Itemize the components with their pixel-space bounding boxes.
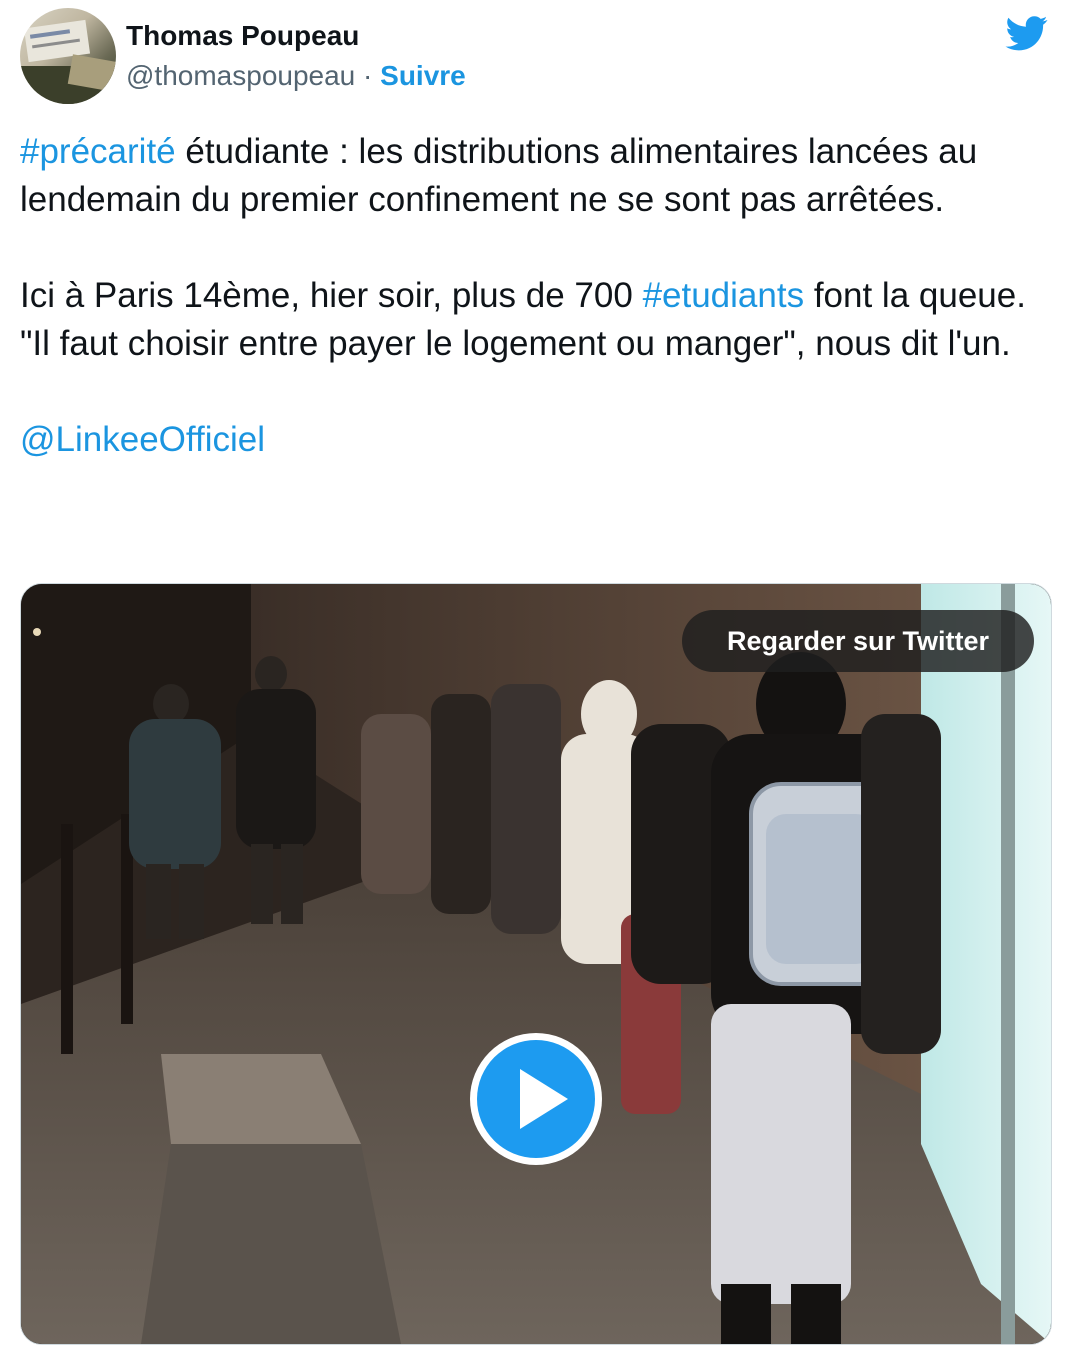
video-player[interactable]: Regarder sur Twitter [20, 583, 1052, 1345]
mention-linkee[interactable]: @LinkeeOfficiel [20, 420, 265, 459]
video-thumbnail [21, 584, 1051, 1344]
twitter-bird-icon[interactable] [1002, 12, 1052, 54]
author-meta: @thomaspoupeau · Suivre [126, 60, 466, 92]
play-button[interactable] [470, 1033, 602, 1165]
watch-on-twitter-button[interactable]: Regarder sur Twitter [682, 610, 1034, 672]
hashtag-precarite[interactable]: #précarité [20, 132, 176, 171]
tweet-paragraph-2: Ici à Paris 14ème, hier soir, plus de 70… [20, 272, 1056, 368]
tweet-header: Thomas Poupeau @thomaspoupeau · Suivre [0, 0, 1076, 110]
tweet-paragraph-1: #précarité étudiante : les distributions… [20, 128, 1056, 224]
follow-button[interactable]: Suivre [380, 60, 466, 91]
tweet-text-2a: Ici à Paris 14ème, hier soir, plus de 70… [20, 276, 643, 315]
separator-dot: · [363, 60, 373, 91]
author-handle[interactable]: @thomaspoupeau [126, 60, 355, 91]
tweet-paragraph-3: @LinkeeOfficiel [20, 416, 1056, 464]
avatar[interactable] [20, 8, 116, 104]
play-icon [520, 1069, 568, 1129]
hashtag-etudiants[interactable]: #etudiants [643, 276, 805, 315]
author-name[interactable]: Thomas Poupeau [126, 20, 359, 52]
tweet-body: #précarité étudiante : les distributions… [20, 128, 1056, 464]
